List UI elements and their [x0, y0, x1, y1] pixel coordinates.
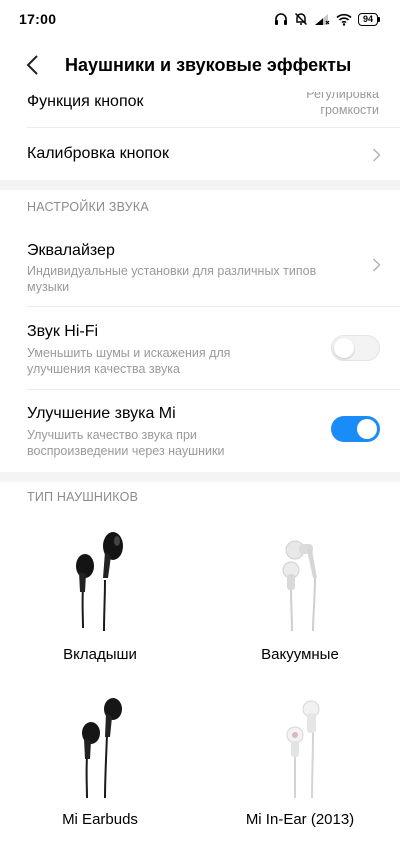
equalizer-row[interactable]: Эквалайзер Индивидуальные установки для …: [0, 224, 400, 306]
mi-enhance-row[interactable]: Улучшение звука Mi Улучшить качество зву…: [0, 390, 400, 472]
mute-icon: [294, 12, 308, 26]
in-ear-headphones-image: [200, 525, 400, 635]
equalizer-sub-line2: музыки: [27, 280, 70, 294]
settings-list: Функция кнопок Регулировка громкости Кал…: [0, 92, 400, 867]
chevron-right-icon: [372, 258, 381, 272]
hifi-row[interactable]: Звук Hi-Fi Уменьшить шумы и искажения дл…: [0, 307, 400, 389]
equalizer-label: Эквалайзер: [27, 242, 115, 259]
battery-tip: [378, 16, 380, 22]
toggle-knob: [334, 338, 354, 358]
sound-settings-header: НАСТРОЙКИ ЗВУКА: [27, 200, 149, 214]
page-title: Наушники и звуковые эффекты: [65, 54, 352, 75]
headphone-option-mi-in-ear-2013[interactable]: Mi In-Ear (2013): [200, 692, 400, 857]
equalizer-sub-line1: Индивидуальные установки для различных т…: [27, 264, 317, 278]
headphone-label: Вкладыши: [63, 646, 137, 663]
battery-level: 94: [357, 12, 378, 26]
toggle-knob: [357, 419, 377, 439]
section-separator: [0, 472, 400, 482]
mi-enhance-sub-line2: воспроизведении через наушники: [27, 444, 225, 458]
battery-icon: 94: [357, 12, 380, 26]
headphone-label: Вакуумные: [261, 646, 339, 663]
headphone-label: Mi Earbuds: [62, 811, 138, 828]
button-calibration-label: Калибровка кнопок: [27, 145, 169, 162]
signal-icon: [314, 13, 330, 25]
earbud-headphones-image: [0, 525, 200, 635]
headphones-icon: [274, 13, 287, 25]
button-function-label: Функция кнопок: [27, 93, 144, 110]
button-calibration-row[interactable]: Калибровка кнопок: [0, 128, 400, 180]
headphone-option-mi-earbuds[interactable]: Mi Earbuds: [0, 692, 200, 857]
status-icons: 94: [274, 12, 380, 26]
mi-enhance-label: Улучшение звука Mi: [27, 405, 176, 422]
hifi-label: Звук Hi-Fi: [27, 323, 99, 340]
mi-enhance-toggle[interactable]: [331, 416, 380, 442]
back-button[interactable]: [0, 38, 64, 92]
hifi-sub-line1: Уменьшить шумы и искажения для: [27, 346, 231, 360]
headphone-label: Mi In-Ear (2013): [245, 811, 355, 828]
wifi-icon: [336, 13, 352, 26]
app-header: Наушники и звуковые эффекты: [0, 38, 400, 92]
headphone-type-header: ТИП НАУШНИКОВ: [27, 490, 139, 504]
status-bar: 17:00 94: [0, 0, 400, 38]
section-separator: [0, 180, 400, 190]
chevron-right-icon: [372, 148, 381, 162]
status-time: 17:00: [19, 11, 57, 27]
mi-in-ear-2013-image: [200, 692, 400, 802]
headphone-option-earbuds[interactable]: Вкладыши: [0, 525, 200, 690]
button-function-row[interactable]: Функция кнопок Регулировка громкости: [0, 92, 400, 127]
mi-enhance-sub-line1: Улучшить качество звука при: [27, 428, 197, 442]
button-function-value-line2: громкости: [320, 103, 379, 117]
headphone-option-in-ear[interactable]: Вакуумные: [200, 525, 400, 690]
chevron-left-icon: [26, 55, 38, 75]
button-function-value-line1: Регулировка: [306, 92, 379, 101]
hifi-sub-line2: улучшения качества звука: [27, 362, 180, 376]
mi-earbuds-image: [0, 692, 200, 802]
hifi-toggle[interactable]: [331, 335, 380, 361]
